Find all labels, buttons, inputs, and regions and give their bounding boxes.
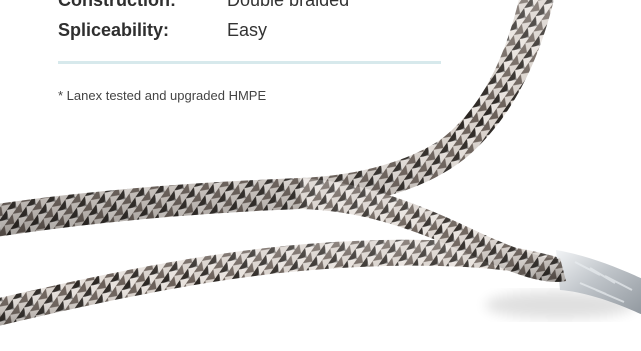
- braided-rope-image: [0, 0, 641, 326]
- rope-strand-main: [0, 0, 554, 237]
- product-detail-panel: Construction: Double braided Spliceabili…: [0, 0, 641, 351]
